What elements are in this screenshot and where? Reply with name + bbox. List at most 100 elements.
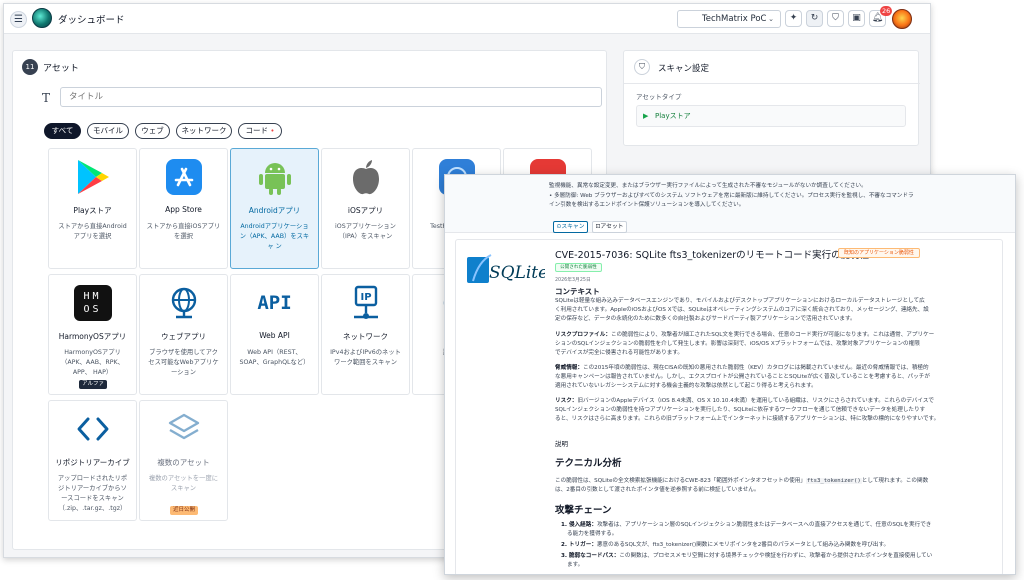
tech-text: として現れます。この関数 [861,478,929,484]
card-desc: iOSアプリケーション （IPA）をスキャン [335,223,396,240]
card-desc: IPv4およびIPv6のネット ワーク範囲をスキャン [330,349,401,366]
notification-badge: 26 [880,6,893,16]
card-name: リポジトリアーカイブ [55,458,130,467]
asset-type-label: アセットタイプ [636,93,682,101]
avatar[interactable] [892,9,912,29]
risk-profile-line: リスクプロファイル：この脆弱性により、攻撃者が細工されたSQL文を実行できる場合… [555,331,934,340]
google-play-icon: ▶ [643,112,649,120]
status-badge: 公開された脆弱性 [555,263,602,272]
app-store-icon [140,157,227,197]
attack-chain-item: る能力を獲得する。 [567,531,618,537]
context-line: く利用されています。AppleのiOSおよびOS Xでは、SQLiteはオペレー… [555,307,929,313]
card-name: ウェブアプリ [161,332,206,341]
code-brackets-icon [49,409,136,449]
card-desc: HarmonyOSアプリ （APK、AAB、RPK、APP、 HAP） [61,349,124,376]
card-desc: アップロードされたリポ ジトリアーカイブからソ ースコードをスキャン （.zip… [57,475,128,512]
new-dot: • [270,127,275,135]
coming-soon-badge: 近日公開 [170,506,198,515]
shield-icon[interactable]: ⛉ [827,10,844,27]
asset-panel-icon: 11 [22,59,38,75]
card-name: Androidアプリ [248,206,301,215]
threat-intel-label: 脅威情報： [555,365,583,371]
filter-code[interactable]: コード • [238,123,282,139]
asset-type-text: Playストア [655,112,691,120]
threat-intel-text: この2015年頃の脆弱性は、現在CISAの既知の悪用された脆弱性（KEV）カタロ… [582,365,929,371]
menu-icon[interactable]: ☰ [10,11,27,28]
chain-label: 2. トリガー： [561,542,597,548]
asset-card-android-app[interactable]: Androidアプリ Androidアプリケーショ ン（APK、AAB）をスキャ… [230,148,319,269]
sparkle-icon[interactable]: ✦ [785,10,802,27]
harmonyos-icon: HM OS [49,283,136,323]
scan-button[interactable]: ⊙スキャン [553,221,588,233]
risk-text: 旧バージョンのAppleデバイス（iOS 8.4未満、OS X 10.10.4未… [577,398,935,404]
attack-chain-heading: 攻撃チェーン [555,505,612,516]
scan-button-label: スキャン [561,224,585,230]
vulnerability-report-window: 監視機能、異常な設定変更、またはブラウザー実行ファイルによって生成された不審なモ… [444,174,1016,575]
filter-mobile[interactable]: モバイル [87,123,129,139]
previous-text-line: 監視機能、異常な設定変更、またはブラウザー実行ファイルによって生成された不審なモ… [549,183,867,189]
threat-intel-line: 適用されていないレガシーシステムに対する機会主義的な攻撃は依然として起こり得ると… [555,383,817,389]
text-type-icon: T [42,91,51,105]
asset-card-app-store[interactable]: App Store ストアから直接iOSアプリ を選択 [139,148,228,269]
hmos-logo-text: HM OS [73,285,112,321]
filter-label: ウェブ [141,126,164,135]
refresh-icon[interactable]: ↻ [806,10,823,27]
card-name: App Store [165,205,202,214]
attack-chain-item: 2. トリガー：悪意のあるSQL文が、fts3_tokenizer()関数にメモ… [561,541,889,550]
google-play-icon [49,157,136,197]
published-date: 2026年3月25日 [555,278,591,283]
card-desc: ストアから直接Android アプリを選択 [58,223,127,240]
chain-text: この関数は、プロセスメモリ空間に対する境界チェックや検証を行わずに、攻撃者から提… [619,553,933,559]
asset-card-web-api[interactable]: API Web API Web API（REST、 SOAP、GraphQLなど… [230,274,319,395]
asset-card-network[interactable]: IP ネットワーク IPv4およびIPv6のネット ワーク範囲をスキャン [321,274,410,395]
asset-button[interactable]: ⊡アセット [592,221,627,233]
organization-select[interactable]: TechMatrix PoC ⌄ [677,10,781,28]
previous-text-line: イン引数を検出するエンドポイント保護ソリューションを導入してください。 [549,202,745,208]
filter-web[interactable]: ウェブ [135,123,170,139]
asset-panel-title: アセット [43,64,79,74]
chain-label: 3. 脆弱なコードパス： [561,553,620,559]
api-icon: API [231,283,318,323]
card-desc: Androidアプリケーショ ン（APK、AAB）をスキャ ン [239,223,310,250]
card-desc: ブラウザを使用してアク セス可能なWebアプリケ ーション [148,349,219,376]
scan-settings-title: スキャン設定 [658,64,710,74]
organization-select-label: TechMatrix PoC [702,14,767,24]
previous-text-line: • 多層防御: Web ブラウザーおよびすべてのシステム ソフトウェアを常に最新… [549,193,914,199]
title-input[interactable] [60,87,602,107]
card-name: Web API [259,331,290,340]
filter-label: ネットワーク [181,126,227,135]
risk-profile-line: でデバイスが完全に侵害される可能性があります。 [555,350,683,356]
layers-icon [140,409,227,449]
context-heading: コンテキスト [555,287,600,296]
divider [624,83,920,84]
sqlite-logo: SQLite [465,253,548,287]
alpha-badge: アルファ [79,380,107,389]
filter-all[interactable]: すべて [44,123,81,139]
technical-analysis-heading: テクニカル分析 [555,458,622,469]
globe-icon [140,283,227,323]
asset-card-play-store[interactable]: Playストア ストアから直接Android アプリを選択 [48,148,137,269]
asset-type-value[interactable]: ▶ Playストア [636,105,906,127]
app-logo[interactable] [32,8,52,28]
apple-icon [322,157,409,197]
tech-code: fts3_tokenizer() [805,478,862,484]
explanation-label: 説明 [555,440,568,448]
android-icon [231,157,318,197]
asset-card-web-app[interactable]: ウェブアプリ ブラウザを使用してアク セス可能なWebアプリケ ーション [139,274,228,395]
card-name: Playストア [73,206,112,215]
top-bar: ☰ ダッシュボード TechMatrix PoC ⌄ ✦ ↻ ⛉ ▣ 🔔︎ 26 [4,4,930,34]
sqlite-logo-text: SQLite [489,263,545,283]
asset-card-repository-archive[interactable]: リポジトリアーカイブ アップロードされたリポ ジトリアーカイブからソ ースコード… [48,400,137,521]
api-logo-text: API [257,292,292,314]
card-name: ネットワーク [343,332,388,341]
asset-card-multiple-assets[interactable]: 複数のアセット 複数のアセットを一度に スキャン 近日公開 [139,400,228,521]
page-title: ダッシュボード [58,15,125,26]
card-desc: Web API（REST、 SOAP、GraphQLなど） [239,349,310,366]
risk-profile-line: ションのSQLインジェクションの脆弱性を介して発生します。影響は深刻で、iOS/… [555,341,920,347]
filter-network[interactable]: ネットワーク [176,123,232,139]
asset-card-ios-app[interactable]: iOSアプリ iOSアプリケーション （IPA）をスキャン [321,148,410,269]
id-card-icon[interactable]: ▣ [848,10,865,27]
attack-chain-item: 1. 侵入経路：攻撃者は、アプリケーション層のSQLインジェクション脆弱性または… [561,521,931,530]
risk-line: リスク：旧バージョンのAppleデバイス（iOS 8.4未満、OS X 10.1… [555,397,934,406]
asset-card-harmonyos[interactable]: HM OS HarmonyOSアプリ HarmonyOSアプリ （APK、AAB… [48,274,137,395]
